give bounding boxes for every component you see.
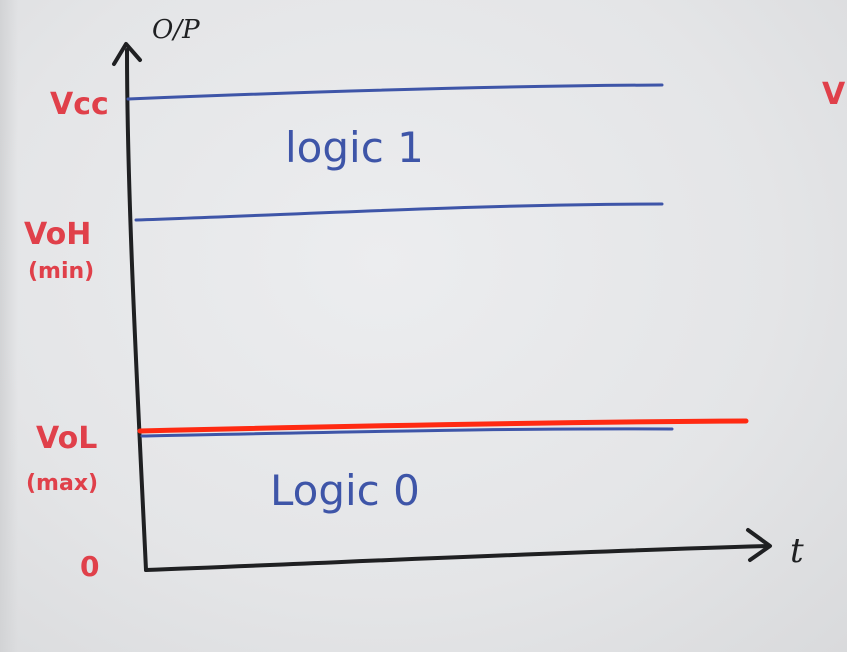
vcc-label: Vcc — [50, 87, 109, 122]
x-axis — [144, 544, 770, 572]
voh-qualifier-label: (min) — [28, 259, 94, 284]
logic-high-region-label: logic 1 — [285, 123, 424, 172]
y-axis — [125, 48, 148, 572]
x-axis-label: t — [790, 531, 804, 571]
voh-label: VoH — [24, 217, 91, 252]
whiteboard: O/P t Vcc VoH (min) VoL (max) 0 logic 1 … — [0, 0, 847, 652]
vol-qualifier-label: (max) — [26, 471, 98, 496]
logic-low-region-label: Logic 0 — [270, 466, 420, 515]
voh-min-level-line — [134, 202, 664, 222]
logic-levels-diagram: O/P t Vcc VoH (min) VoL (max) 0 logic 1 … — [24, 15, 846, 583]
edge-partial-mark: V — [822, 77, 846, 112]
vol-label: VoL — [36, 421, 97, 456]
y-axis-label: O/P — [152, 15, 200, 45]
vcc-level-line — [126, 83, 664, 101]
origin-label: 0 — [80, 550, 99, 583]
